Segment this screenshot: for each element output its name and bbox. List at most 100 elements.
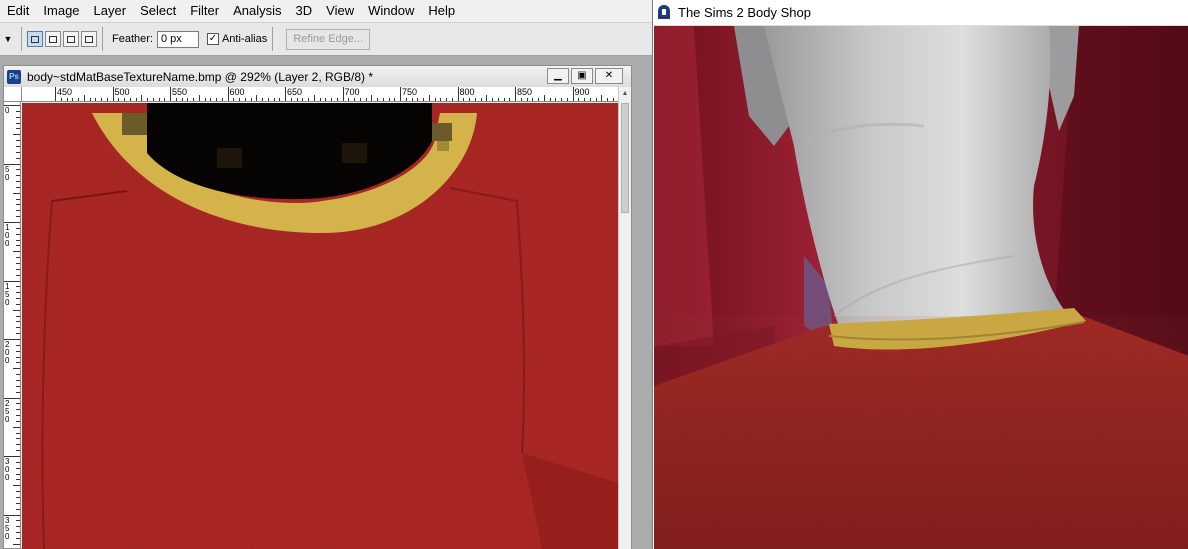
document-canvas[interactable]	[22, 103, 618, 549]
ruler-y-minor-tick	[16, 227, 20, 229]
ruler-x-minor-tick	[101, 98, 102, 101]
ruler-x-minor-tick	[538, 98, 539, 101]
ruler-y-minor-tick	[16, 116, 20, 118]
ruler-x-minor-tick	[129, 98, 131, 101]
ruler-y-minor-tick	[16, 327, 20, 329]
minimize-button[interactable]: ▁	[547, 68, 569, 84]
ruler-x-minor-tick	[371, 95, 373, 101]
ruler-x-minor-tick	[60, 98, 62, 101]
ruler-x-minor-tick	[250, 98, 252, 101]
menu-view[interactable]: View	[319, 0, 361, 22]
ruler-y-minor-tick	[16, 350, 20, 352]
bodyshop-titlebar[interactable]: The Sims 2 Body Shop	[653, 0, 1188, 26]
ruler-y-minor-tick	[16, 438, 20, 440]
ruler-x-minor-tick	[405, 98, 407, 101]
intersect-selection-button[interactable]	[81, 31, 97, 47]
subtract-from-selection-button[interactable]	[63, 31, 79, 47]
ruler-x-minor-tick	[89, 98, 91, 101]
photoshop-window: Edit Image Layer Select Filter Analysis …	[0, 0, 652, 549]
document-titlebar[interactable]: Ps body~stdMatBaseTextureName.bmp @ 292%…	[4, 66, 631, 87]
bodyshop-window: The Sims 2 Body Shop	[652, 0, 1188, 549]
menu-edit[interactable]: Edit	[0, 0, 36, 22]
ruler-x-label: 500	[114, 87, 130, 97]
3d-preview-viewport[interactable]	[654, 26, 1188, 549]
ruler-y-minor-tick	[13, 543, 20, 545]
divider	[102, 27, 103, 51]
ruler-x-minor-tick	[325, 98, 327, 101]
add-selection-icon	[49, 35, 57, 43]
ruler-y-minor-tick	[16, 128, 20, 130]
ruler-x-minor-tick	[66, 98, 68, 101]
antialias-checkbox[interactable]: ✓	[206, 33, 219, 45]
ruler-y-minor-tick	[16, 198, 20, 200]
ruler-y-minor-tick	[16, 409, 20, 411]
ruler-x-minor-tick	[152, 98, 154, 101]
sim-model-render	[654, 26, 1188, 549]
ruler-y-minor-tick	[13, 309, 20, 311]
feather-input[interactable]: 0 px	[156, 30, 199, 48]
ruler-y-minor-tick	[16, 508, 20, 510]
ruler-y-minor-tick	[16, 186, 20, 188]
ruler-x-minor-tick	[262, 98, 263, 101]
ruler-y-minor-tick	[16, 169, 20, 171]
maximize-button[interactable]: ▣	[571, 68, 593, 84]
ruler-x-minor-tick	[135, 98, 137, 101]
ruler-y-label: 0	[5, 106, 10, 115]
ruler-x-minor-tick	[204, 98, 206, 101]
vertical-ruler[interactable]: 0 50 100 150 200 250 300 350	[4, 102, 21, 548]
ruler-x-minor-tick	[83, 95, 85, 101]
ruler-x-minor-tick	[256, 95, 258, 101]
options-bar: ▼ Feather: 0 px ✓ Anti-alias Refine Edge…	[0, 22, 652, 56]
ruler-x-minor-tick	[463, 98, 465, 101]
ruler-y-minor-tick	[16, 151, 20, 153]
ruler-x-minor-tick	[561, 98, 562, 101]
ruler-x-minor-tick	[377, 98, 378, 101]
ruler-y-minor-tick	[16, 520, 20, 522]
ruler-x-minor-tick	[382, 98, 384, 101]
ruler-y-minor-tick	[16, 268, 20, 270]
tool-preset-dropdown-icon[interactable]: ▼	[0, 34, 16, 44]
ruler-x-minor-tick	[509, 98, 511, 101]
horizontal-ruler[interactable]: 450 500 550 600 650 700 750 800 850 900	[22, 87, 618, 102]
ruler-y-minor-tick	[16, 496, 20, 498]
ruler-x-minor-tick	[302, 98, 304, 101]
selection-mode-group	[27, 31, 97, 47]
ruler-x-minor-tick	[124, 98, 125, 101]
menu-image[interactable]: Image	[36, 0, 86, 22]
scroll-up-icon[interactable]: ▲	[619, 87, 631, 100]
close-button[interactable]: ✕	[595, 68, 623, 84]
ruler-x-label: 850	[517, 87, 533, 97]
add-to-selection-button[interactable]	[45, 31, 61, 47]
new-selection-icon	[31, 35, 39, 43]
menu-select[interactable]: Select	[133, 0, 183, 22]
scroll-thumb[interactable]	[621, 103, 629, 213]
ruler-x-minor-tick	[267, 98, 269, 101]
ruler-x-minor-tick	[423, 98, 424, 101]
ruler-y-minor-tick	[13, 134, 20, 136]
ruler-y-minor-tick	[16, 298, 20, 300]
ruler-x-minor-tick	[181, 98, 183, 101]
ruler-y-minor-tick	[16, 356, 20, 358]
ruler-x-minor-tick	[147, 98, 148, 101]
ruler-x-minor-tick	[290, 98, 292, 101]
ruler-y-minor-tick	[16, 204, 20, 206]
ruler-x-minor-tick	[210, 98, 212, 101]
refine-edge-button[interactable]: Refine Edge...	[286, 28, 371, 50]
new-selection-button[interactable]	[27, 31, 43, 47]
ruler-y-minor-tick	[16, 262, 20, 264]
ruler-x-minor-tick	[95, 98, 97, 101]
menu-help[interactable]: Help	[421, 0, 462, 22]
ruler-origin[interactable]	[4, 87, 22, 102]
intersect-selection-icon	[85, 35, 93, 43]
menu-layer[interactable]: Layer	[87, 0, 134, 22]
ruler-x-minor-tick	[555, 98, 557, 101]
ruler-x-minor-tick	[296, 98, 298, 101]
menu-window[interactable]: Window	[361, 0, 421, 22]
menu-analysis[interactable]: Analysis	[226, 0, 288, 22]
ruler-y-label: 100	[5, 223, 10, 248]
ruler-y-minor-tick	[16, 479, 20, 481]
vertical-scrollbar[interactable]: ▲	[618, 87, 631, 549]
ruler-y-label: 150	[5, 281, 10, 307]
menu-3d[interactable]: 3D	[289, 0, 320, 22]
menu-filter[interactable]: Filter	[183, 0, 226, 22]
